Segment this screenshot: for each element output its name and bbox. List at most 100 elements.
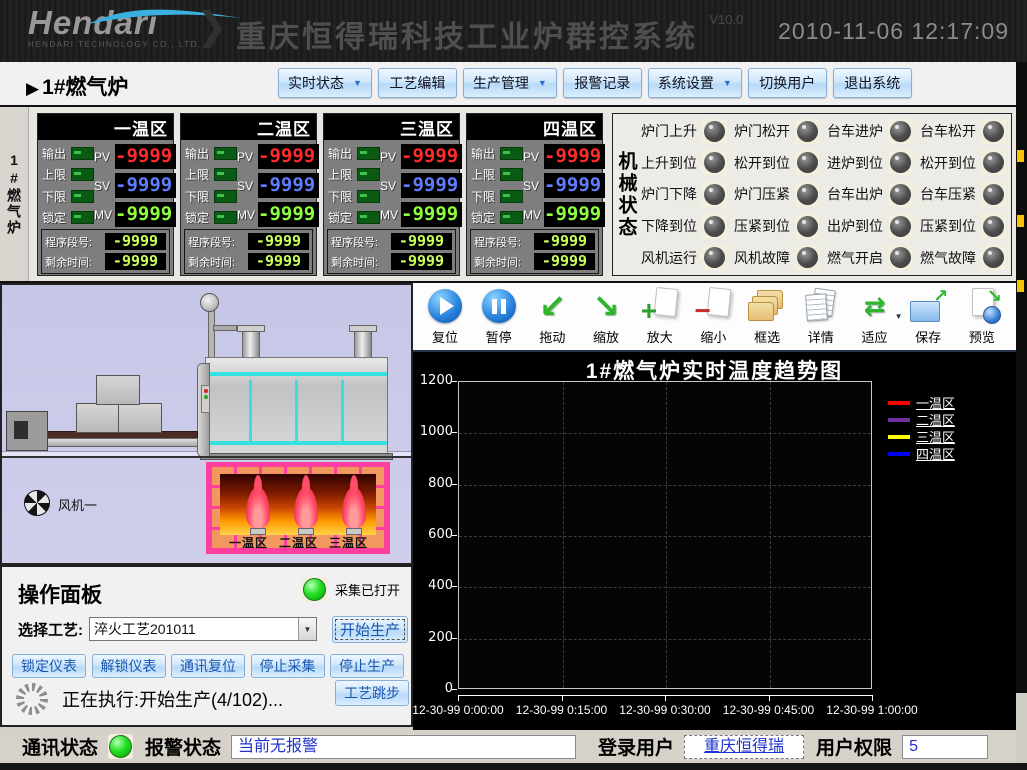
nav-button-production-manage[interactable]: 生产管理▼ [463,68,557,98]
mech-lamp-plate [888,245,913,270]
zone-indicator-column: 输出上限下限锁定 [471,144,523,227]
zone-program-row: 程序段号:-9999 [45,233,166,250]
zone-indicator-row: 上限 [185,165,237,184]
op-button[interactable]: 通讯复位 [171,654,245,678]
zone-value-display: -9999 [258,144,319,169]
nav-button-realtime-status[interactable]: 实时状态▼ [278,68,372,98]
zone-program-row: 剩余时间:-9999 [188,253,309,270]
zone-indicator-row: 下限 [185,187,237,206]
zone-indicator-led-icon [71,211,94,224]
legend-color-dash [888,401,910,405]
toolbar-button-reset[interactable]: 复位 [419,286,471,350]
furnace-side-tab-label: 1#燃气炉 [4,152,24,236]
edge-fragment [1017,280,1024,292]
zone-panel-title: 一温区 [38,114,173,140]
login-user-value: 重庆恒得瑞 [704,738,784,755]
h-gridline [459,485,871,486]
zone-indicator-label: 输出 [185,145,212,162]
zone-value-row: PV-9999 [380,144,462,169]
process-combobox-input[interactable] [90,618,298,640]
nav-button-system-settings[interactable]: 系统设置▼ [648,68,742,98]
nav-button-alarm-record[interactable]: 报警记录 [563,68,642,98]
furnace-hoist-pulley [200,293,219,312]
h-gridline [459,587,871,588]
zone-indicator-label: 下限 [471,188,498,205]
op-button[interactable]: 解锁仪表 [92,654,166,678]
y-tick-mark [452,535,457,536]
y-tick-label: 1200 [413,373,453,388]
process-combobox[interactable]: ▼ [89,617,317,641]
toolbar-button-preview[interactable]: ↘预览 [956,286,1008,350]
zone-value-display: -9999 [544,144,605,169]
zone-program-value: -9999 [391,233,452,250]
mech-status-lamp-icon [890,152,911,173]
zone-indicator-label: 锁定 [328,209,355,226]
toolbar-button-box-select[interactable]: 框选 [741,286,793,350]
toolbar-button-drag[interactable]: ↙拖动 [526,286,578,350]
nav-bar: ▶1#燃气炉 实时状态▼工艺编辑生产管理▼报警记录系统设置▼切换用户退出系统 [0,62,1027,107]
chevron-down-icon: ▼ [723,78,732,88]
combobox-dropdown-button[interactable]: ▼ [298,618,316,640]
zone-program-label: 剩余时间: [474,254,534,270]
x-tick-label: 12-30-99 0:30:00 [619,703,710,717]
mech-lamp-plate [888,119,913,144]
furnace-side-tab[interactable]: 1#燃气炉 [0,107,29,281]
furnace-hoist-arm [213,325,237,331]
chevron-down-icon: ▼ [304,625,312,634]
toolbar-button-zoom[interactable]: ↘缩放 [580,286,632,350]
login-user-field[interactable]: 重庆恒得瑞 [684,735,804,759]
mechanical-status-grid: 炉门上升炉门松开台车进炉台车松开上升到位松开到位进炉到位松开到位炉门下降炉门压紧… [639,114,1011,275]
y-tick-label: 1000 [413,424,453,439]
x-tick-mark [562,695,563,701]
mech-status-label: 风机故障 [734,248,790,268]
op-button[interactable]: 锁定仪表 [12,654,86,678]
toolbar-button-label: 框选 [754,327,780,346]
toolbar-button-fit[interactable]: ⇄▼适应 [849,286,901,350]
mech-status-label: 出炉到位 [827,216,883,236]
nav-button-exit-system[interactable]: 退出系统 [833,68,912,98]
login-user-label: 登录用户 [598,733,674,760]
zone-value-label: SV [237,179,258,193]
toolbar-button-zoom-in[interactable]: +放大 [634,286,686,350]
zone-indicator-led-icon [71,147,94,160]
zone-value-column: PV-9999SV-9999MV-9999 [523,144,605,227]
nav-button-process-edit[interactable]: 工艺编辑 [378,68,457,98]
x-tick-label: 12-30-99 0:15:00 [516,703,607,717]
zone-panel-title-text: 三温区 [400,115,454,140]
workpiece-block [118,403,162,433]
op-button[interactable]: 停止采集 [251,654,325,678]
zone-value-label: PV [523,150,544,164]
mech-lamp-plate [795,150,820,175]
zone-indicator-led-icon [500,211,523,224]
zone-panel-title-text: 二温区 [257,115,311,140]
header: Hendari HENDARI TECHNOLOGY CO., LTD. ❯ 重… [0,0,1027,62]
v-gridline [770,382,771,688]
toolbar-button-save[interactable]: ↗保存 [902,286,954,350]
process-skip-button[interactable]: 工艺跳步 [335,680,409,706]
zone-value-display: -9999 [115,144,176,169]
zone-program-box: 程序段号:-9999剩余时间:-9999 [184,229,313,274]
zone-indicator-row: 上限 [328,165,380,184]
fire-zone-label: 二温区 [279,534,318,551]
nav-button-switch-user[interactable]: 切换用户 [748,68,827,98]
fan-label: 风机一 [58,495,97,514]
zone-indicator-label: 输出 [42,145,69,162]
comm-status-lamp-icon [109,735,132,758]
mech-status-item: 炉门下降 [639,182,732,207]
process-select-label: 选择工艺: [18,619,83,640]
zone-value-display: -9999 [544,202,605,227]
zone-indicator-row: 输出 [185,144,237,163]
x-tick-label: 12-30-99 1:00:00 [826,703,917,717]
mech-status-item: 台车出炉 [825,182,918,207]
start-production-button[interactable]: 开始生产 [332,616,408,643]
toolbar-button-zoom-out[interactable]: −缩小 [687,286,739,350]
x-tick-mark [769,695,770,701]
chart-plot-area [458,381,872,689]
mech-status-lamp-icon [983,152,1004,173]
mech-status-label: 台车松开 [920,121,976,141]
op-button[interactable]: 停止生产 [330,654,404,678]
mech-status-label: 上升到位 [641,153,697,173]
toolbar-button-pause[interactable]: 暂停 [473,286,525,350]
y-tick-label: 0 [413,681,453,696]
toolbar-button-detail[interactable]: 详情 [795,286,847,350]
